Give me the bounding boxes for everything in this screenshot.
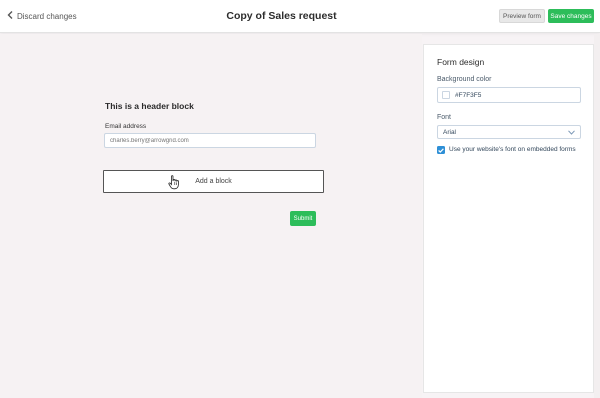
save-changes-button[interactable]: Save changes <box>548 9 594 23</box>
form-design-panel: Form design Background color #F7F3F5 Fon… <box>423 44 594 393</box>
add-block-button[interactable]: Add a block <box>103 170 324 193</box>
background-color-field[interactable]: #F7F3F5 <box>437 87 581 103</box>
preview-form-button[interactable]: Preview form <box>499 9 545 23</box>
email-field-label: Email address <box>105 123 147 130</box>
embed-font-option[interactable]: Use your website's font on embedded form… <box>437 146 583 154</box>
email-field[interactable] <box>104 133 316 148</box>
right-gutter <box>594 34 600 398</box>
checkmark-icon <box>438 147 444 153</box>
panel-title: Form design <box>437 57 485 67</box>
chevron-down-icon <box>568 130 575 135</box>
submit-button[interactable]: Submit <box>290 211 316 226</box>
font-select[interactable]: Arial <box>437 125 581 139</box>
form-canvas: This is a header block Email address Add… <box>0 34 422 398</box>
color-swatch[interactable] <box>442 91 450 99</box>
hand-cursor-icon <box>168 175 179 190</box>
embed-font-checkbox[interactable] <box>437 146 445 154</box>
font-label: Font <box>437 114 452 121</box>
font-select-value: Arial <box>443 128 457 136</box>
embed-font-label: Use your website's font on embedded form… <box>449 146 576 153</box>
background-color-value: #F7F3F5 <box>455 91 482 99</box>
form-header-block[interactable]: This is a header block <box>105 101 194 111</box>
background-color-label: Background color <box>437 76 492 83</box>
page-title: Copy of Sales request <box>226 10 337 22</box>
top-bar: Discard changes Copy of Sales request Pr… <box>0 0 600 33</box>
